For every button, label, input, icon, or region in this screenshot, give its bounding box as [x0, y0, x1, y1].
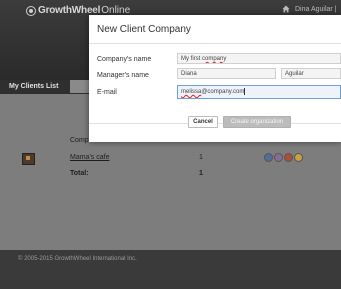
email-label: E-mail: [97, 89, 117, 96]
email-spellcheck: melissa: [181, 89, 202, 95]
company-name-text: My first: [181, 56, 202, 62]
growthwheel-logo-icon: [26, 5, 36, 16]
company-name-input[interactable]: My first company: [177, 53, 341, 64]
status-dot-icon[interactable]: [294, 153, 303, 162]
tab-my-clients-list[interactable]: My Clients List: [0, 80, 70, 94]
new-client-company-dialog: New Client Company Company's name My fir…: [89, 15, 341, 142]
copyright-text: © 2005-2015 GrowthWheel International In…: [18, 256, 137, 262]
first-name-input[interactable]: Diana: [177, 68, 276, 79]
company-name-label: Company's name: [97, 56, 152, 63]
manager-name-label: Manager's name: [97, 72, 149, 79]
user-menu[interactable]: Dina Aguilar |: [282, 5, 341, 13]
company-link[interactable]: Mama's cafe: [70, 154, 109, 161]
last-name-input[interactable]: Aguilar: [281, 68, 341, 79]
email-domain: @company.com: [201, 89, 245, 95]
home-icon[interactable]: [282, 5, 290, 13]
total-count: 1: [199, 170, 203, 177]
email-input[interactable]: melissa@company.com: [177, 85, 341, 99]
status-dot-icon[interactable]: [264, 153, 273, 162]
status-dots[interactable]: [264, 153, 304, 162]
status-dot-icon[interactable]: [274, 153, 283, 162]
dialog-title: New Client Company: [97, 24, 191, 35]
company-name-spellcheck: company: [202, 56, 227, 62]
total-label: Total:: [70, 170, 89, 177]
status-dot-icon[interactable]: [284, 153, 293, 162]
text-caret: [244, 87, 246, 95]
row-count: 1: [199, 154, 203, 161]
create-organization-button[interactable]: Create organization: [223, 116, 291, 128]
cancel-button[interactable]: Cancel: [188, 116, 218, 128]
company-thumbnail[interactable]: [22, 153, 35, 165]
user-name: Dina Aguilar |: [295, 5, 337, 13]
dialog-divider: [89, 43, 341, 44]
